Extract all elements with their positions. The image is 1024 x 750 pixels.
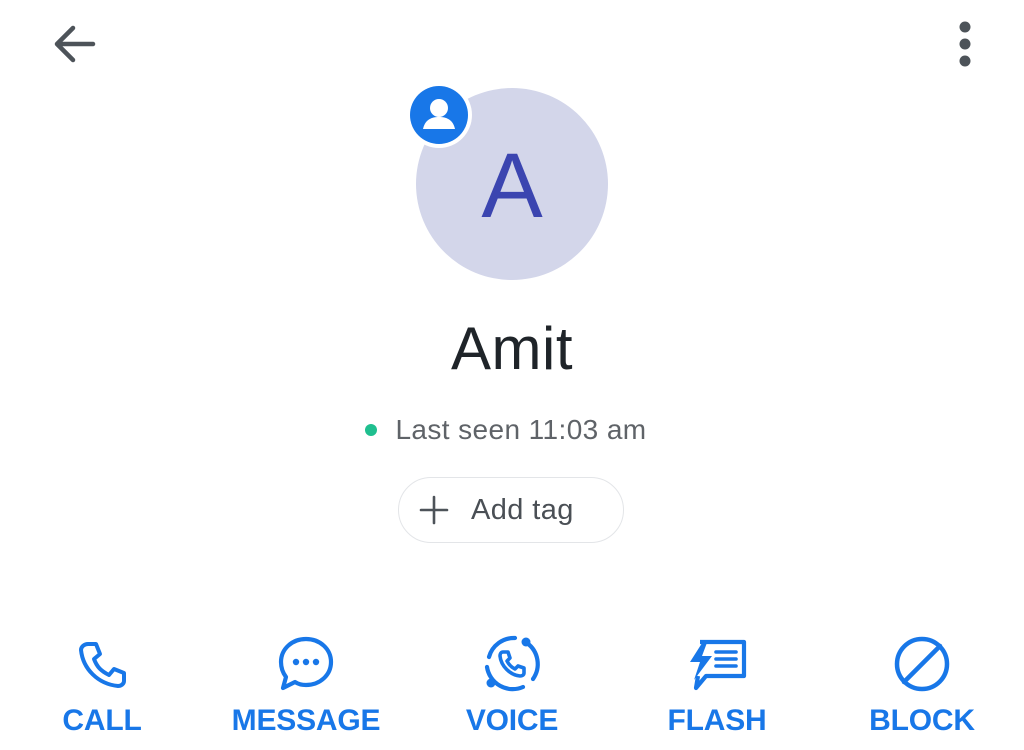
block-icon: [894, 636, 950, 692]
block-icon-wrap: [890, 632, 954, 696]
voice-icon: [484, 635, 540, 692]
arrow-left-icon: [54, 25, 96, 63]
block-label: BLOCK: [869, 704, 975, 737]
flash-icon-wrap: [685, 632, 749, 696]
call-icon-wrap: [70, 632, 134, 696]
flash-label: FLASH: [667, 704, 767, 737]
voice-button[interactable]: VOICE: [422, 632, 602, 742]
add-tag-button[interactable]: Add tag: [398, 477, 624, 543]
voice-icon-wrap: [480, 632, 544, 696]
flash-message-icon: [690, 639, 747, 691]
back-button[interactable]: [44, 18, 104, 70]
flash-button[interactable]: FLASH: [627, 632, 807, 742]
call-button[interactable]: CALL: [12, 632, 192, 742]
voice-label: VOICE: [465, 704, 559, 737]
contact-avatar-container: A: [406, 82, 608, 280]
action-bar: CALL MESSAGE VOICE FLASH BLOCK: [0, 632, 1024, 742]
call-label: CALL: [62, 704, 142, 737]
add-tag-label: Add tag: [471, 493, 574, 526]
online-status-dot: [365, 424, 378, 436]
more-vertical-icon: [959, 21, 971, 67]
plus-icon: [419, 495, 449, 525]
message-button[interactable]: MESSAGE: [216, 632, 396, 742]
contact-name: Amit: [451, 315, 573, 382]
last-seen-text: Last seen 11:03 am: [395, 414, 647, 445]
avatar-letter: A: [481, 135, 543, 237]
message-label: MESSAGE: [231, 704, 381, 737]
contact-badge: [406, 82, 472, 148]
phone-icon: [79, 642, 126, 688]
person-circle-icon: [410, 86, 468, 144]
message-bubble-icon: [278, 636, 334, 691]
message-icon-wrap: [274, 632, 338, 696]
block-button[interactable]: BLOCK: [832, 632, 1012, 742]
status-row: Last seen 11:03 am: [0, 414, 1024, 446]
more-options-button[interactable]: [940, 14, 990, 74]
